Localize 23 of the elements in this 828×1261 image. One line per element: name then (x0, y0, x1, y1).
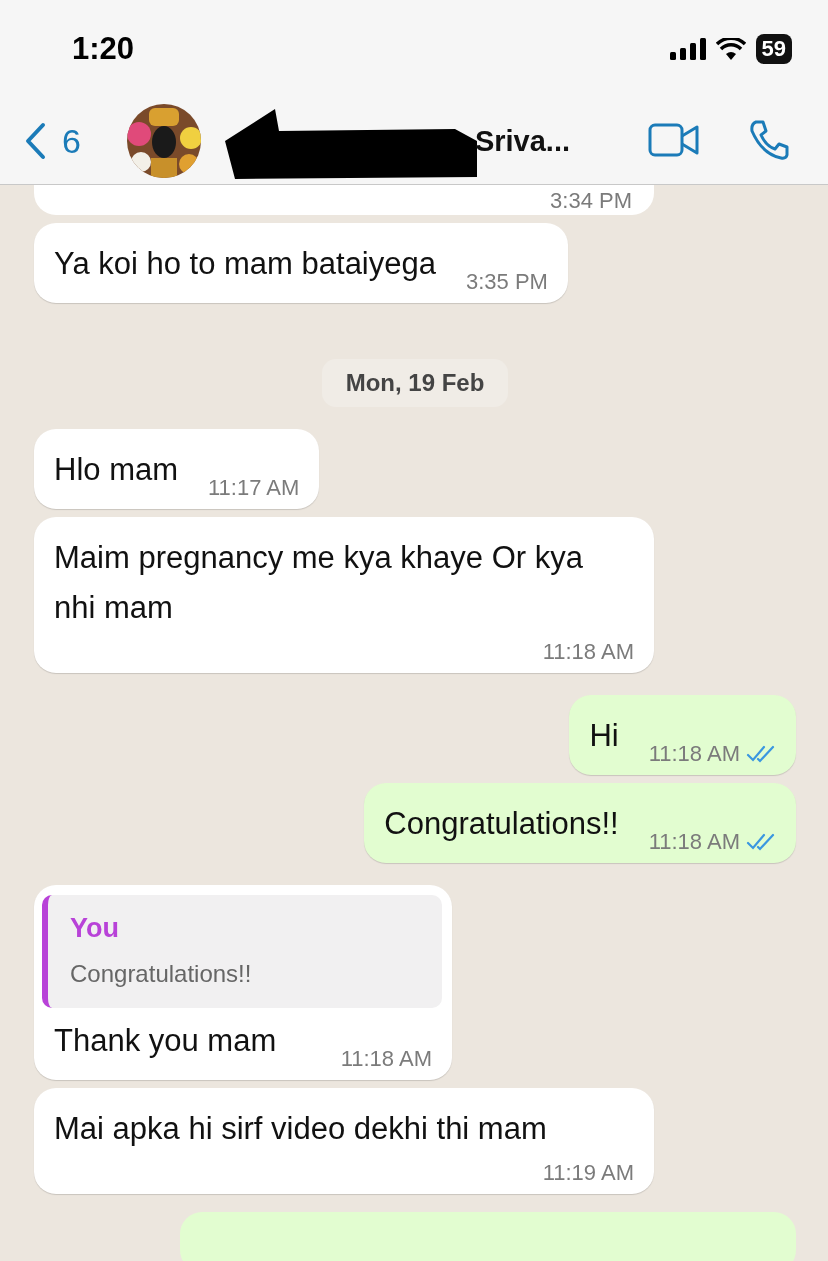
message-time: 11:17 AM (208, 475, 300, 501)
message-time: 11:18 AM (648, 741, 740, 767)
message-time: 3:34 PM (550, 189, 632, 213)
message-text: Thank you mam (54, 1022, 277, 1060)
back-button[interactable]: 6 (24, 121, 81, 161)
message-text: Hi (589, 717, 619, 755)
message-text: Ya koi ho to mam bataiyega (54, 245, 436, 283)
message-text: Maim pregnancy me kya khaye Or kya nhi mam (54, 539, 584, 627)
quote-text: Congratulations!! (70, 960, 253, 988)
contact-name[interactable]: Sriva... (474, 124, 618, 158)
message-text: Mai apka hi sirf video dekhi thi mam (54, 1110, 547, 1148)
message-time: 11:19 AM (542, 1160, 634, 1186)
message-time: 3:35 PM (466, 269, 548, 295)
date-label: Mon, 19 Feb (321, 359, 509, 407)
message-time: 11:18 AM (648, 829, 740, 855)
message-time: 11:18 AM (542, 639, 634, 665)
quoted-message[interactable]: You Congratulations!! (42, 895, 442, 1008)
battery-level: 59 (755, 34, 792, 64)
message-text: Hlo mam (54, 451, 178, 489)
message-time: 11:18 AM (340, 1046, 432, 1072)
status-time: 1:20 (72, 31, 136, 67)
quote-author: You (70, 913, 120, 944)
message-text: Congratulations!! (384, 805, 619, 843)
